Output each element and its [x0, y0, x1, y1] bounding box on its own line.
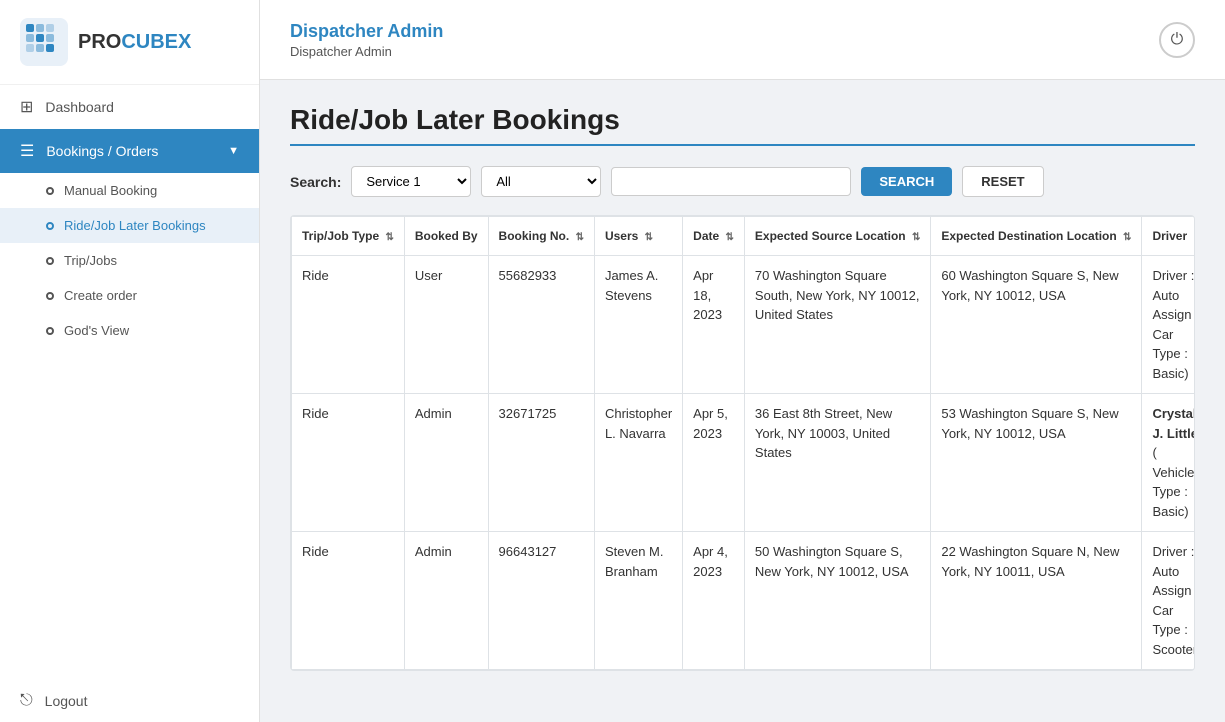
reset-button[interactable]: RESET	[962, 166, 1043, 197]
dot-icon	[46, 257, 54, 265]
cell-source: 50 Washington Square S, New York, NY 100…	[744, 532, 930, 670]
sidebar-item-ride-job-later-label: Ride/Job Later Bookings	[64, 218, 206, 233]
driver-detail: ( Vehicle Type : Basic)	[1152, 445, 1194, 519]
sidebar: PROCUBEX ⊞ Dashboard ☰ Bookings / Orders…	[0, 0, 260, 722]
sidebar-item-gods-view-label: God's View	[64, 323, 129, 338]
col-trip-type: Trip/Job Type ⇅	[292, 217, 405, 256]
cell-destination: 53 Washington Square S, New York, NY 100…	[931, 394, 1142, 532]
cell-driver: Driver : Auto Assign ( Car Type : Scoote…	[1142, 532, 1195, 670]
search-button[interactable]: SEARCH	[861, 167, 952, 196]
cell-destination: 22 Washington Square N, New York, NY 100…	[931, 532, 1142, 670]
main-area: Dispatcher Admin Dispatcher Admin ⏻ Ride…	[260, 0, 1225, 722]
sidebar-item-manual-booking[interactable]: Manual Booking	[0, 173, 259, 208]
table-row: Ride Admin 32671725 Christopher L. Navar…	[292, 394, 1196, 532]
sidebar-item-create-order[interactable]: Create order	[0, 278, 259, 313]
sort-icon: ⇅	[385, 232, 393, 243]
nav-dashboard-label: Dashboard	[45, 99, 114, 115]
nav-bookings-label: Bookings / Orders	[46, 143, 158, 159]
logo-text: PROCUBEX	[78, 31, 191, 54]
col-destination: Expected Destination Location ⇅	[931, 217, 1142, 256]
cell-trip-type: Ride	[292, 394, 405, 532]
col-booking-no: Booking No. ⇅	[488, 217, 594, 256]
page-title: Ride/Job Later Bookings	[290, 104, 1195, 136]
cell-booked-by: User	[404, 256, 488, 394]
cell-booking-no: 55682933	[488, 256, 594, 394]
search-bar: Search: Service 1Service 2Service 3 AllR…	[290, 166, 1195, 197]
table-row: Ride User 55682933 James A. Stevens Apr …	[292, 256, 1196, 394]
col-driver: Driver	[1142, 217, 1195, 256]
sort-icon: ⇅	[1123, 232, 1131, 243]
cell-driver: Crystal J. Little ( Vehicle Type : Basic)	[1142, 394, 1195, 532]
sidebar-item-create-order-label: Create order	[64, 288, 137, 303]
cell-date: Apr 4, 2023	[683, 532, 745, 670]
sidebar-item-trip-jobs[interactable]: Trip/Jobs	[0, 243, 259, 278]
col-booked-by: Booked By	[404, 217, 488, 256]
cell-user: Steven M. Branham	[594, 532, 682, 670]
bookings-table: Trip/Job Type ⇅ Booked By Booking No. ⇅ …	[291, 216, 1195, 670]
logo: PROCUBEX	[0, 0, 259, 85]
col-users: Users ⇅	[594, 217, 682, 256]
sidebar-item-manual-booking-label: Manual Booking	[64, 183, 157, 198]
cell-user: James A. Stevens	[594, 256, 682, 394]
sidebar-item-trip-jobs-label: Trip/Jobs	[64, 253, 117, 268]
logout-icon: ⎋	[20, 692, 33, 710]
sort-icon: ⇅	[726, 232, 734, 243]
cell-date: Apr 18, 2023	[683, 256, 745, 394]
chevron-down-icon: ▼	[228, 145, 239, 157]
header: Dispatcher Admin Dispatcher Admin ⏻	[260, 0, 1225, 80]
bookings-table-container: Trip/Job Type ⇅ Booked By Booking No. ⇅ …	[290, 215, 1195, 671]
cell-booking-no: 32671725	[488, 394, 594, 532]
col-source: Expected Source Location ⇅	[744, 217, 930, 256]
dot-icon	[46, 187, 54, 195]
cell-source: 70 Washington Square South, New York, NY…	[744, 256, 930, 394]
driver-name: Crystal J. Little	[1152, 406, 1195, 441]
driver-info: Driver : Auto Assign ( Car Type : Scoote…	[1152, 544, 1195, 657]
sort-icon: ⇅	[576, 232, 584, 243]
nav-logout[interactable]: ⎋ Logout	[0, 680, 259, 722]
nav-bookings[interactable]: ☰ Bookings / Orders ▼	[0, 129, 259, 173]
header-subtitle: Dispatcher Admin	[290, 44, 443, 59]
search-label: Search:	[290, 174, 341, 190]
dot-icon	[46, 327, 54, 335]
cell-booking-no: 96643127	[488, 532, 594, 670]
cell-booked-by: Admin	[404, 394, 488, 532]
service-filter[interactable]: Service 1Service 2Service 3	[351, 166, 471, 197]
header-text: Dispatcher Admin Dispatcher Admin	[290, 21, 443, 59]
sort-icon: ⇅	[912, 232, 920, 243]
bookings-icon: ☰	[20, 141, 34, 161]
cell-trip-type: Ride	[292, 256, 405, 394]
table-row: Ride Admin 96643127 Steven M. Branham Ap…	[292, 532, 1196, 670]
cell-source: 36 East 8th Street, New York, NY 10003, …	[744, 394, 930, 532]
cell-driver: Driver : Auto Assign ( Car Type : Basic)	[1142, 256, 1195, 394]
sort-icon: ⇅	[645, 232, 653, 243]
title-divider	[290, 144, 1195, 146]
table-header-row: Trip/Job Type ⇅ Booked By Booking No. ⇅ …	[292, 217, 1196, 256]
cell-booked-by: Admin	[404, 532, 488, 670]
cell-trip-type: Ride	[292, 532, 405, 670]
nav-dashboard[interactable]: ⊞ Dashboard	[0, 85, 259, 129]
logo-icon	[20, 18, 68, 66]
dot-icon	[46, 292, 54, 300]
dot-icon	[46, 222, 54, 230]
cell-destination: 60 Washington Square S, New York, NY 100…	[931, 256, 1142, 394]
driver-info: Driver : Auto Assign ( Car Type : Basic)	[1152, 268, 1195, 381]
search-input[interactable]	[611, 167, 851, 196]
power-button[interactable]: ⏻	[1159, 22, 1195, 58]
content-area: Ride/Job Later Bookings Search: Service …	[260, 80, 1225, 722]
cell-date: Apr 5, 2023	[683, 394, 745, 532]
col-date: Date ⇅	[683, 217, 745, 256]
cell-user: Christopher L. Navarra	[594, 394, 682, 532]
nav-logout-label: Logout	[45, 693, 88, 709]
sidebar-item-ride-job-later[interactable]: Ride/Job Later Bookings	[0, 208, 259, 243]
type-filter[interactable]: AllRideJob	[481, 166, 601, 197]
header-title: Dispatcher Admin	[290, 21, 443, 42]
dashboard-icon: ⊞	[20, 97, 33, 117]
sidebar-item-gods-view[interactable]: God's View	[0, 313, 259, 348]
